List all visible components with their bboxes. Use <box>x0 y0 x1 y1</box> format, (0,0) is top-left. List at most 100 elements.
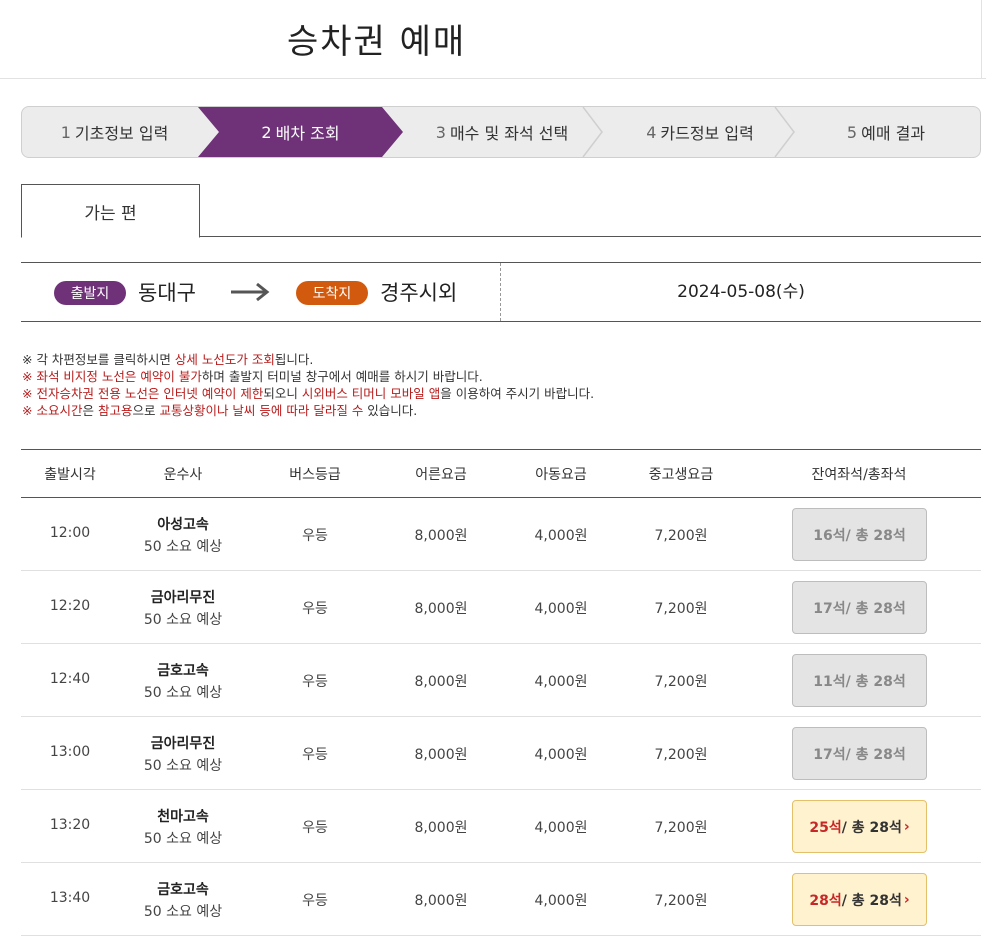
seat-select-button[interactable]: 17석 / 총 28석 <box>792 727 927 780</box>
header-divider <box>981 0 982 78</box>
notice-mark: ※ <box>22 403 33 418</box>
notice-text: 있습니다. <box>363 403 418 418</box>
adult-fare: 8,000원 <box>414 528 468 544</box>
direction-tabs: 가는 편 <box>21 184 981 238</box>
header: 승차권 예매 <box>0 0 986 79</box>
step-number: 3 <box>435 122 446 142</box>
page-title: 승차권 예매 <box>287 22 467 62</box>
step-4: 4 카드정보 입력 <box>600 107 800 157</box>
table-row[interactable]: 12:40 금호고속 50 소요 예상 우등 8,000원 4,000원 7,200원 11석… <box>21 644 981 717</box>
bus-grade: 우등 <box>302 747 328 763</box>
notice-text: 을 이용하여 주시기 바랍니다. <box>440 386 595 401</box>
adult-fare: 8,000원 <box>414 601 468 617</box>
bus-grade: 우등 <box>302 820 328 836</box>
header-seats: 잔여좌석/총좌석 <box>811 467 907 483</box>
departure-time: 12:40 <box>49 671 91 687</box>
step-1: 1 기초정보 입력 <box>22 107 207 157</box>
student-fare: 7,200원 <box>654 601 708 617</box>
remaining-seats: 17석 <box>813 600 846 617</box>
student-fare: 7,200원 <box>654 893 708 909</box>
notice-highlight: 시외버스 티머니 모바일 앱 <box>301 386 441 401</box>
student-fare: 7,200원 <box>654 528 708 544</box>
notice-highlight: 전자승차권 전용 노선은 인터넷 예약이 제한 <box>32 386 264 401</box>
step-label: 예매 결과 <box>861 124 926 143</box>
notice-list: ※ 각 차편정보를 클릭하시면 상세 노선도가 조회됩니다. ※ 좌석 비지정 … <box>22 351 594 419</box>
departure-time: 13:00 <box>49 744 91 760</box>
step-number: 4 <box>646 122 657 142</box>
seat-select-button[interactable]: 16석 / 총 28석 <box>792 508 927 561</box>
header-company: 운수사 <box>163 467 203 483</box>
duration: 50 소요 예상 <box>143 539 223 555</box>
seat-select-button[interactable]: 28석 / 총 28석 › <box>792 873 927 926</box>
total-seats: / 총 28석 <box>841 819 902 836</box>
arrival-badge: 도착지 <box>296 281 368 305</box>
adult-fare: 8,000원 <box>414 820 468 836</box>
notice-item: ※ 좌석 비지정 노선은 예약이 불가하며 출발지 터미널 창구에서 예매를 하… <box>22 368 594 385</box>
notice-item: ※ 소요시간은 참고용으로 교통상황이나 날씨 등에 따라 달라질 수 있습니다… <box>22 402 594 419</box>
departure-badge: 출발지 <box>54 281 126 305</box>
notice-text: 은 <box>82 403 98 418</box>
departure-time: 13:40 <box>49 890 91 906</box>
child-fare: 4,000원 <box>534 893 588 909</box>
company-name: 금아리무진 <box>150 736 216 752</box>
step-number: 1 <box>60 122 71 142</box>
tab-outbound[interactable]: 가는 편 <box>21 184 200 238</box>
notice-text: 됩니다. <box>274 352 314 367</box>
chevron-right-icon: › <box>903 891 910 908</box>
child-fare: 4,000원 <box>534 674 588 690</box>
seat-select-button[interactable]: 11석 / 총 28석 <box>792 654 927 707</box>
company-cell: 금아리무진 50 소요 예상 <box>129 733 237 775</box>
table-header: 출발시각 운수사 버스등급 어른요금 아동요금 중고생요금 잔여좌석/총좌석 <box>21 449 981 498</box>
step-label: 배차 조회 <box>275 124 340 143</box>
notice-item: ※ 각 차편정보를 클릭하시면 상세 노선도가 조회됩니다. <box>22 351 594 368</box>
adult-fare: 8,000원 <box>414 674 468 690</box>
table-body: 12:00 아성고속 50 소요 예상 우등 8,000원 4,000원 7,200원 16석… <box>21 498 981 936</box>
departure-date: 2024-05-08(수) <box>677 282 805 302</box>
duration: 50 소요 예상 <box>143 758 223 774</box>
step-label: 기초정보 입력 <box>74 124 169 143</box>
bus-grade: 우등 <box>302 528 328 544</box>
child-fare: 4,000원 <box>534 747 588 763</box>
arrival-city: 경주시외 <box>380 281 458 305</box>
step-label: 매수 및 좌석 선택 <box>449 124 569 143</box>
departure-time: 12:00 <box>49 525 91 541</box>
notice-item: ※ 전자승차권 전용 노선은 인터넷 예약이 제한되오니 시외버스 티머니 모바… <box>22 385 594 402</box>
company-cell: 아성고속 50 소요 예상 <box>129 514 237 556</box>
total-seats: / 총 28석 <box>845 746 906 763</box>
table-row[interactable]: 13:20 천마고속 50 소요 예상 우등 8,000원 4,000원 7,200원 25석… <box>21 790 981 863</box>
bus-grade: 우등 <box>302 893 328 909</box>
seat-select-button[interactable]: 25석 / 총 28석 › <box>792 800 927 853</box>
table-row[interactable]: 13:00 금아리무진 50 소요 예상 우등 8,000원 4,000원 7,200원 17… <box>21 717 981 790</box>
child-fare: 4,000원 <box>534 820 588 836</box>
notice-mark: ※ <box>22 369 33 384</box>
seat-select-button[interactable]: 17석 / 총 28석 <box>792 581 927 634</box>
duration: 50 소요 예상 <box>143 685 223 701</box>
step-label: 카드정보 입력 <box>660 124 754 143</box>
notice-highlight: 소요시간 <box>32 403 83 418</box>
total-seats: / 총 28석 <box>845 600 906 617</box>
notice-highlight: 상세 노선도가 조회 <box>174 352 275 367</box>
company-name: 금아리무진 <box>150 590 216 606</box>
table-row[interactable]: 12:00 아성고속 50 소요 예상 우등 8,000원 4,000원 7,200원 16석… <box>21 498 981 571</box>
table-row[interactable]: 12:20 금아리무진 50 소요 예상 우등 8,000원 4,000원 7,200원 17… <box>21 571 981 644</box>
notice-mark: ※ <box>22 352 33 367</box>
company-cell: 금호고속 50 소요 예상 <box>129 879 237 921</box>
remaining-seats: 28석 <box>809 892 842 909</box>
notice-text: 으로 <box>132 403 160 418</box>
table-row[interactable]: 13:40 금호고속 50 소요 예상 우등 8,000원 4,000원 7,200원 28석… <box>21 863 981 936</box>
departure-time: 12:20 <box>49 598 91 614</box>
company-cell: 천마고속 50 소요 예상 <box>129 806 237 848</box>
remaining-seats: 11석 <box>813 673 846 690</box>
company-name: 천마고속 <box>157 809 209 825</box>
company-cell: 금아리무진 50 소요 예상 <box>129 587 237 629</box>
step-5: 5 예매 결과 <box>792 107 980 157</box>
step-number: 2 <box>261 122 272 142</box>
child-fare: 4,000원 <box>534 601 588 617</box>
duration: 50 소요 예상 <box>143 831 223 847</box>
bus-grade: 우등 <box>302 601 328 617</box>
departure-time: 13:20 <box>49 817 91 833</box>
bus-grade: 우등 <box>302 674 328 690</box>
company-name: 금호고속 <box>157 663 209 679</box>
notice-text: 각 차편정보를 클릭하시면 <box>32 352 175 367</box>
step-progress: 1 기초정보 입력 2 배차 조회 3 매수 및 좌석 선택 4 카드정보 입력… <box>21 106 981 158</box>
